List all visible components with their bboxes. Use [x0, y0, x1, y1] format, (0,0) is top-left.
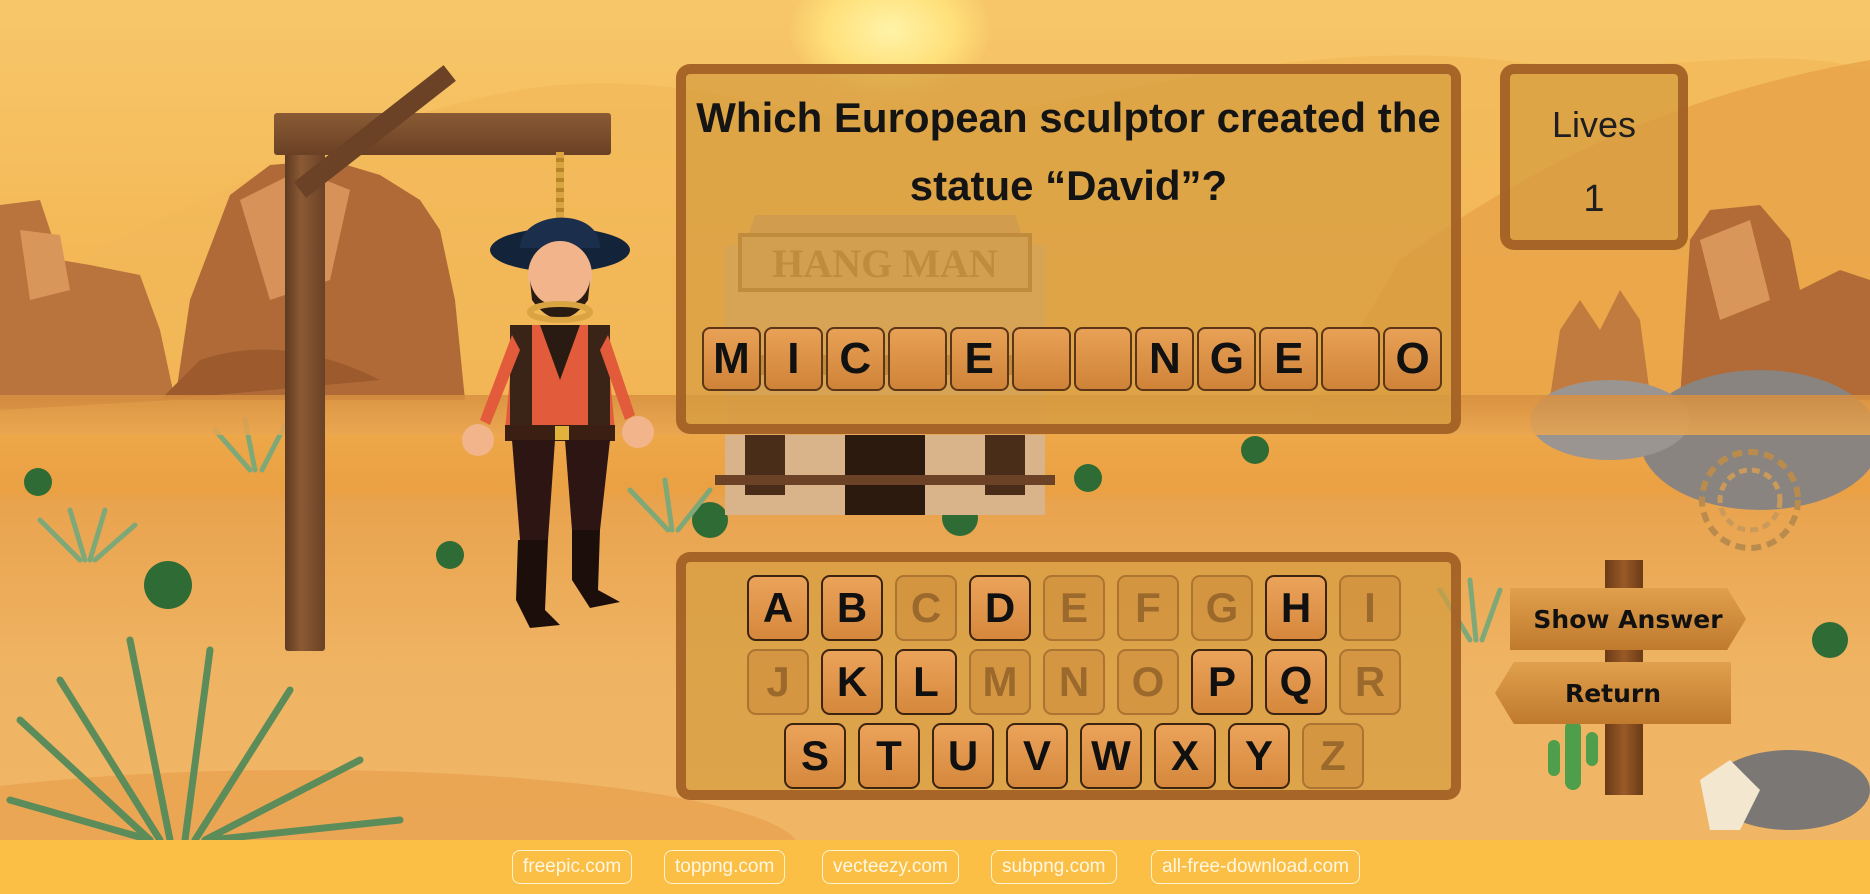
- keyboard-row-1: ABCDEFGHI: [747, 575, 1401, 641]
- return-button[interactable]: Return: [1495, 662, 1731, 724]
- credit-link-vecteezy[interactable]: vecteezy.com: [822, 850, 959, 884]
- key-e: E: [1043, 575, 1105, 641]
- key-l[interactable]: L: [895, 649, 957, 715]
- key-m: M: [969, 649, 1031, 715]
- key-h[interactable]: H: [1265, 575, 1327, 641]
- key-w[interactable]: W: [1080, 723, 1142, 789]
- credit-link-subpng[interactable]: subpng.com: [991, 850, 1117, 884]
- key-j: J: [747, 649, 809, 715]
- key-q[interactable]: Q: [1265, 649, 1327, 715]
- key-k[interactable]: K: [821, 649, 883, 715]
- key-f: F: [1117, 575, 1179, 641]
- answer-slot: O: [1383, 327, 1443, 391]
- credit-link-freepic[interactable]: freepic.com: [512, 850, 633, 884]
- show-answer-button[interactable]: Show Answer: [1510, 588, 1746, 650]
- answer-slot: C: [825, 327, 885, 391]
- key-a[interactable]: A: [747, 575, 809, 641]
- key-s[interactable]: S: [784, 723, 846, 789]
- lives-count: 1: [1583, 178, 1605, 220]
- key-b[interactable]: B: [821, 575, 883, 641]
- key-y[interactable]: Y: [1228, 723, 1290, 789]
- key-r: R: [1339, 649, 1401, 715]
- key-g: G: [1191, 575, 1253, 641]
- credit-link-toppng[interactable]: toppng.com: [664, 850, 786, 884]
- lives-label: Lives: [1551, 104, 1637, 145]
- key-n: N: [1043, 649, 1105, 715]
- answer-slot: [1011, 327, 1071, 391]
- answer-slot: E: [1259, 327, 1319, 391]
- answer-slot: M: [702, 327, 761, 391]
- answer-slot: [1321, 327, 1381, 391]
- key-p[interactable]: P: [1191, 649, 1253, 715]
- gallows-post: [285, 128, 325, 651]
- key-d[interactable]: D: [969, 575, 1031, 641]
- key-o: O: [1117, 649, 1179, 715]
- answer-slot: [887, 327, 947, 391]
- answer-slot: [1073, 327, 1133, 391]
- question-panel: Which European sculptor created the stat…: [676, 64, 1461, 434]
- hanged-cowboy: [462, 217, 654, 628]
- key-x[interactable]: X: [1154, 723, 1216, 789]
- keyboard-row-3: STUVWXYZ: [784, 723, 1364, 789]
- answer-slot: G: [1197, 327, 1257, 391]
- lives-panel: Lives 1: [1500, 64, 1688, 250]
- answer-slot: E: [949, 327, 1009, 391]
- answer-slot: I: [763, 327, 823, 391]
- answer-slot: N: [1135, 327, 1195, 391]
- key-c: C: [895, 575, 957, 641]
- key-i: I: [1339, 575, 1401, 641]
- answer-slots: MICENGEO: [702, 327, 1443, 395]
- keyboard-row-2: JKLMNOPQR: [747, 649, 1401, 715]
- key-t[interactable]: T: [858, 723, 920, 789]
- key-u[interactable]: U: [932, 723, 994, 789]
- letter-keyboard: ABCDEFGHI JKLMNOPQR STUVWXYZ: [676, 552, 1461, 800]
- key-v[interactable]: V: [1006, 723, 1068, 789]
- question-text: Which European sculptor created the stat…: [696, 94, 1441, 209]
- credits-bar: freepic.com toppng.com vecteezy.com subp…: [0, 850, 1870, 886]
- gallows-beam: [274, 113, 611, 155]
- credit-link-all-free-download[interactable]: all-free-download.com: [1151, 850, 1360, 884]
- key-z: Z: [1302, 723, 1364, 789]
